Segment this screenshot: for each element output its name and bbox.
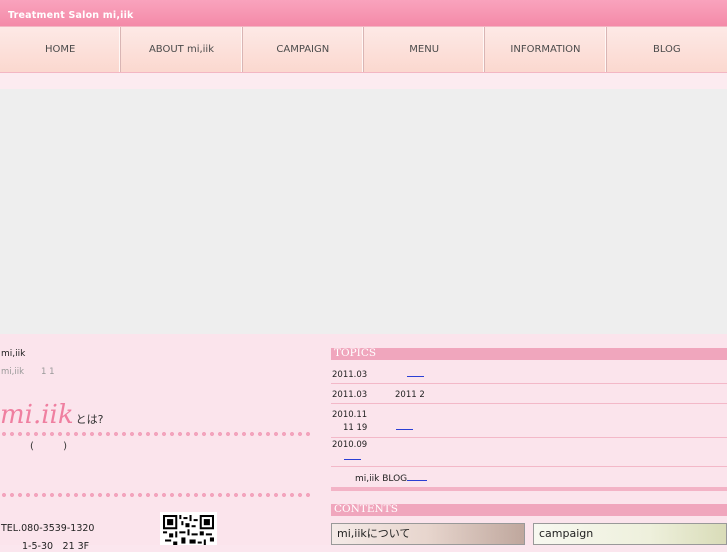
main-navigation: HOME ABOUT mi,iik CAMPAIGN MENU INFORMAT… [0,26,727,73]
topic-date: 2010.09 [332,440,368,450]
salon-info-column: mi,iik mi,iik 1 1 mi.iik とは? ( ) TEL.080… [0,334,315,552]
topic-date: 2011.03 [332,370,368,380]
card-campaign[interactable]: campaign [533,523,727,545]
nav-information[interactable]: INFORMATION [485,27,607,72]
about-script-logo: mi.iik [0,400,74,430]
blog-link[interactable]: mi,iik BLOG [355,474,428,484]
about-heading-suffix: とは? [75,413,104,426]
contents-heading: CONTENTS [331,504,727,516]
dotted-divider [0,492,310,498]
about-parenthetical: ( ) [30,441,67,452]
topic-date: 2011.03 [332,390,368,400]
topic-row[interactable]: 2011.03 2011 2 [331,385,727,404]
nav-home[interactable]: HOME [0,27,122,72]
nav-menu[interactable]: MENU [364,27,486,72]
topic-link[interactable] [396,423,413,433]
topic-row[interactable]: 2010.09 [331,439,727,467]
section-divider [331,487,727,491]
topic-row[interactable]: 2010.11 11 19 [331,405,727,438]
topic-date: 2010.11 [332,410,368,420]
site-title[interactable]: Treatment Salon mi,iik [8,10,134,21]
topics-heading: TOPICS [331,348,727,360]
salon-intro: mi,iik 1 1 [1,367,55,377]
topics-column: TOPICS 2011.03 2011.03 2011 2 2010.11 11… [331,334,727,545]
topic-link[interactable] [344,453,361,463]
top-header-bar: Treatment Salon mi,iik [0,0,727,26]
phone-number: TEL.080-3539-1320 [1,523,95,534]
hero-image-placeholder [0,89,727,334]
blog-link-label[interactable]: mi,iik BLOG [355,474,407,484]
content-cards: mi,iikについて campaign [331,523,727,545]
card-about[interactable]: mi,iikについて [331,523,525,545]
about-heading: mi.iik とは? [0,400,103,430]
topic-link[interactable] [407,370,424,380]
nav-about[interactable]: ABOUT mi,iik [121,27,243,72]
topic-text: 2011 2 [395,390,425,400]
dotted-divider [0,431,310,437]
lower-content: mi,iik mi,iik 1 1 mi.iik とは? ( ) TEL.080… [0,334,727,552]
topic-row[interactable]: 2011.03 [331,364,727,384]
nav-campaign[interactable]: CAMPAIGN [243,27,364,72]
nav-underbar [0,73,727,89]
address: 1-5-30 21 3F [22,541,90,552]
salon-name: mi,iik [1,349,26,359]
nav-blog[interactable]: BLOG [607,27,727,72]
qr-code-icon[interactable] [160,512,217,545]
topic-text: 11 19 [343,423,368,433]
